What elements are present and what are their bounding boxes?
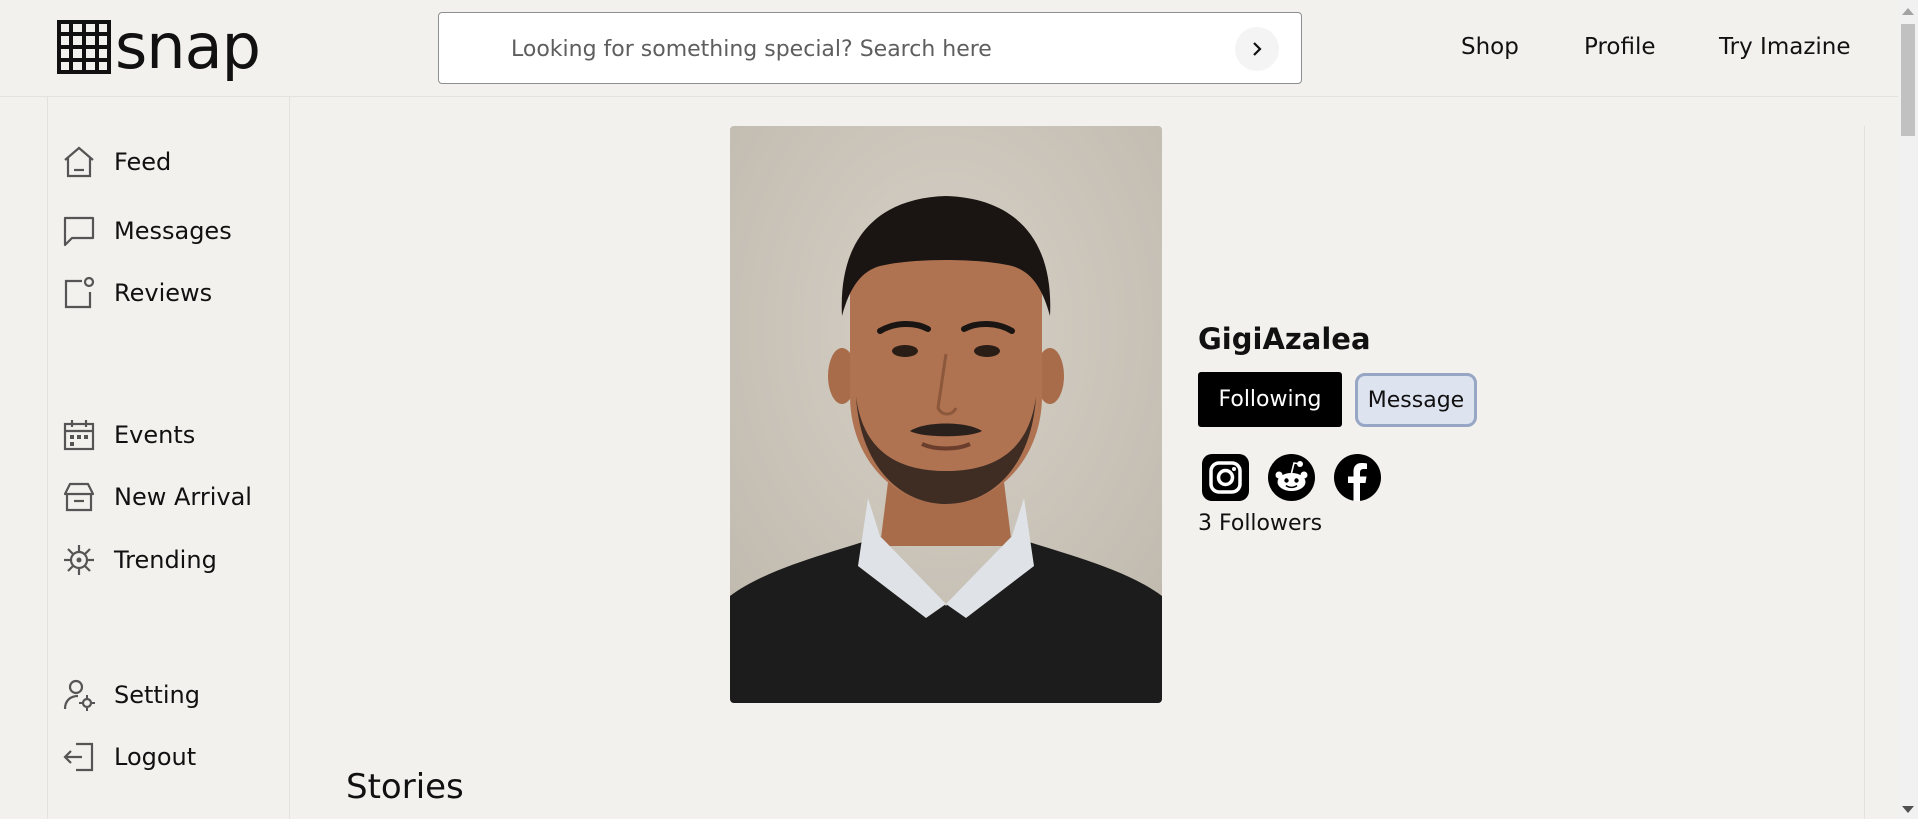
message-button[interactable]: Message [1355, 373, 1477, 427]
sidebar-item-messages[interactable]: Messages [62, 214, 232, 248]
following-button[interactable]: Following [1198, 372, 1342, 427]
sidebar-item-label: Reviews [114, 279, 213, 307]
sidebar-item-reviews[interactable]: Reviews [62, 276, 212, 310]
followers-count: 3 Followers [1198, 511, 1323, 536]
sidebar-item-trending[interactable]: Trending [62, 543, 217, 577]
nav-shop-link[interactable]: Shop [1461, 34, 1519, 60]
store-icon [62, 480, 96, 514]
calendar-icon [62, 418, 96, 452]
logout-icon [62, 740, 96, 774]
reddit-icon[interactable] [1268, 454, 1315, 501]
sidebar-item-label: Messages [114, 217, 232, 245]
sidebar-item-label: Logout [114, 743, 197, 771]
facebook-icon[interactable] [1334, 454, 1381, 501]
instagram-icon[interactable] [1202, 454, 1249, 501]
sidebar-item-label: Feed [114, 148, 172, 176]
sidebar-item-feed[interactable]: Feed [62, 145, 171, 179]
search-input[interactable] [511, 31, 1211, 67]
virus-icon [62, 543, 96, 577]
sidebar-item-label: Events [114, 421, 196, 449]
sidebar-item-label: Trending [114, 546, 217, 574]
sidebar-item-events[interactable]: Events [62, 418, 195, 452]
scroll-down-arrow-icon[interactable] [1902, 806, 1914, 813]
sidebar-item-logout[interactable]: Logout [62, 740, 196, 774]
search-submit-button[interactable] [1235, 27, 1279, 71]
brand-logo[interactable]: snap [57, 10, 261, 83]
sidebar-item-new-arrival[interactable]: New Arrival [62, 480, 252, 514]
stories-heading: Stories [346, 767, 464, 807]
profile-photo [730, 126, 1162, 703]
brand-name: snap [115, 10, 261, 83]
nav-profile-link[interactable]: Profile [1584, 34, 1656, 60]
sidebar: Feed Messages Reviews Events New Arrival… [47, 97, 290, 819]
message-square-icon [62, 214, 96, 248]
home-icon [62, 145, 96, 179]
scroll-thumb[interactable] [1901, 24, 1915, 136]
chevron-right-icon [1253, 42, 1262, 56]
search-bar [438, 12, 1302, 84]
nav-try-imazine-link[interactable]: Try Imazine [1719, 34, 1851, 60]
scroll-up-arrow-icon[interactable] [1902, 8, 1914, 15]
logo-mark-icon [57, 20, 111, 74]
top-header: snap Shop Profile Try Imazine [0, 0, 1898, 97]
sidebar-item-setting[interactable]: Setting [62, 678, 200, 712]
profile-username: GigiAzalea [1198, 322, 1371, 356]
sidebar-item-label: New Arrival [114, 483, 252, 511]
sidebar-item-label: Setting [114, 681, 200, 709]
page-scrollbar[interactable] [1898, 0, 1918, 819]
content-divider [1864, 126, 1865, 819]
user-settings-icon [62, 678, 96, 712]
review-icon [62, 276, 96, 310]
